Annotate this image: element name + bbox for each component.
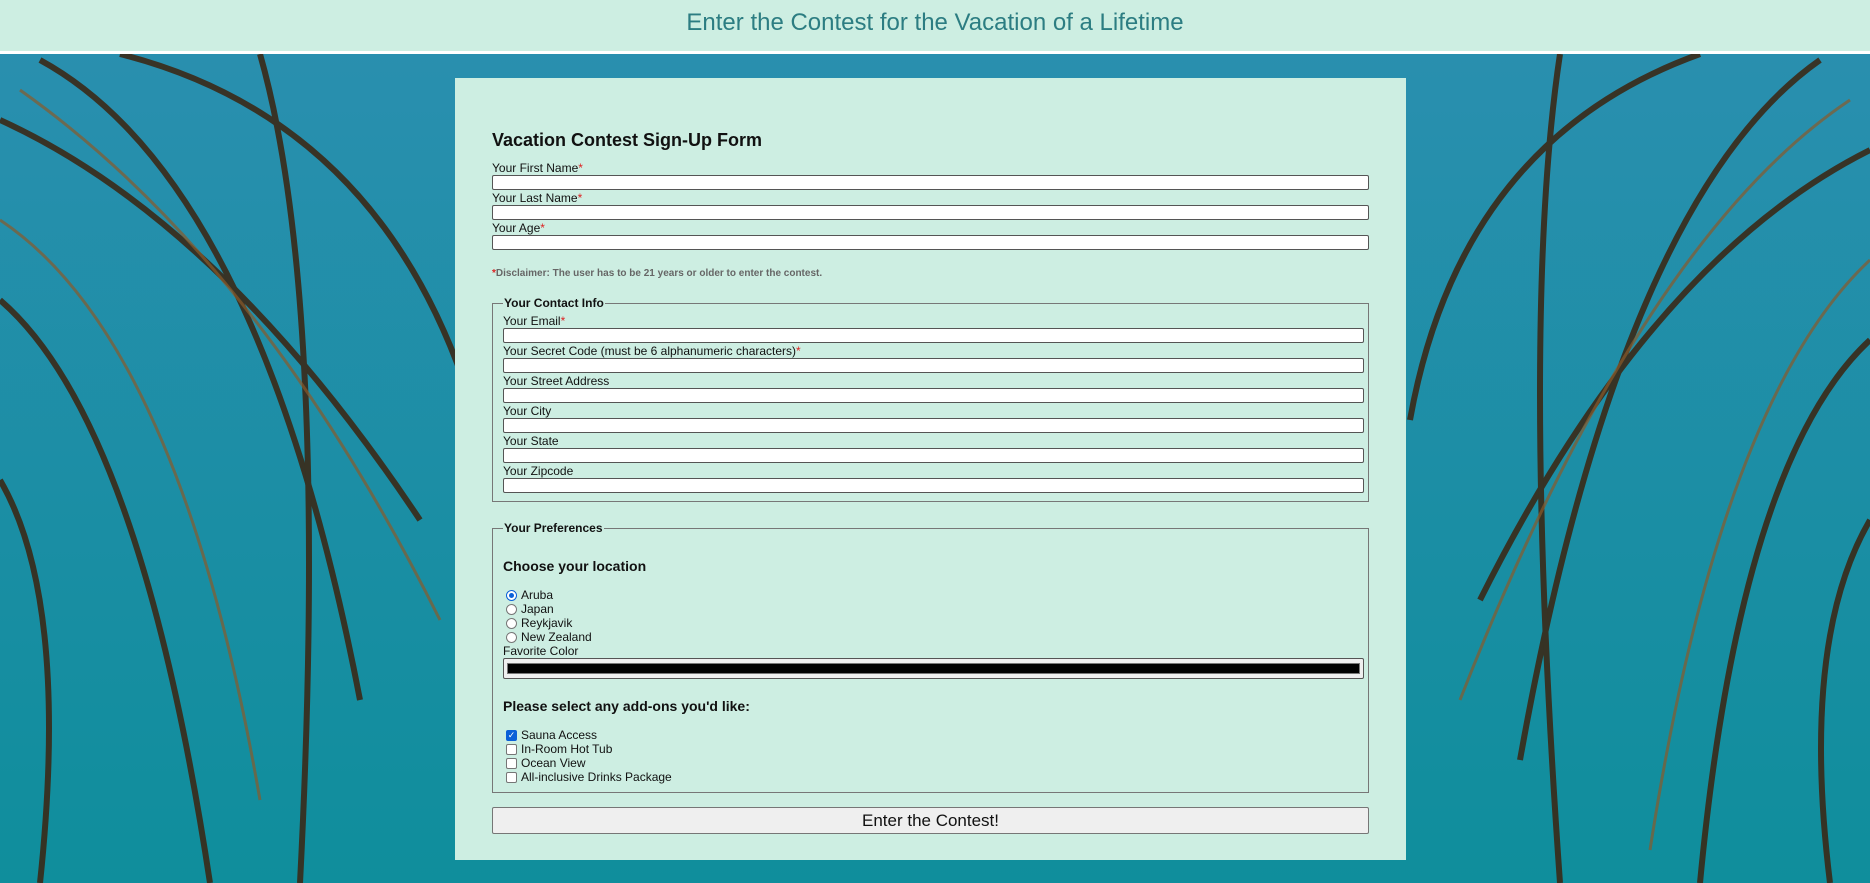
first-name-label-text: Your First Name xyxy=(492,161,579,175)
secret-code-label: Your Secret Code (must be 6 alphanumeric… xyxy=(503,344,1364,358)
location-option-reykjavik[interactable]: Reykjavik xyxy=(503,616,1364,630)
state-input[interactable] xyxy=(503,448,1364,463)
contact-info-legend: Your Contact Info xyxy=(504,296,604,310)
disclaimer-text: Disclaimer: The user has to be 21 years … xyxy=(495,268,823,279)
email-label-text: Your Email xyxy=(503,314,561,328)
addon-option-label: All-inclusive Drinks Package xyxy=(521,770,672,784)
addon-option-label: Sauna Access xyxy=(521,728,598,742)
location-option-aruba[interactable]: Aruba xyxy=(503,588,1364,602)
favorite-color-picker[interactable] xyxy=(503,658,1364,679)
addon-checkbox[interactable] xyxy=(506,743,517,755)
last-name-label: Your Last Name* xyxy=(492,191,1369,205)
city-label: Your City xyxy=(503,404,552,418)
location-heading: Choose your location xyxy=(503,558,647,574)
addon-option-label: In-Room Hot Tub xyxy=(521,742,613,756)
addon-checkbox[interactable] xyxy=(506,757,517,769)
preferences-legend: Your Preferences xyxy=(504,521,603,535)
zipcode-label: Your Zipcode xyxy=(503,464,574,478)
addon-option-label: Ocean View xyxy=(521,756,586,770)
secret-code-label-text: Your Secret Code (must be 6 alphanumeric… xyxy=(503,344,797,358)
required-mark: * xyxy=(796,344,801,358)
age-input[interactable] xyxy=(492,235,1369,250)
color-swatch xyxy=(507,663,1360,674)
addon-option-sauna-access[interactable]: ✓ Sauna Access xyxy=(503,728,1364,742)
enter-contest-button[interactable]: Enter the Contest! xyxy=(492,807,1369,834)
addon-option-drinks-package[interactable]: All-inclusive Drinks Package xyxy=(503,770,1364,784)
location-option-label: Aruba xyxy=(521,588,554,602)
required-mark: * xyxy=(578,161,583,175)
location-option-label: New Zealand xyxy=(521,630,592,644)
secret-code-input[interactable] xyxy=(503,358,1364,373)
email-label: Your Email* xyxy=(503,314,1364,328)
street-address-label: Your Street Address xyxy=(503,374,610,388)
addons-heading: Please select any add-ons you'd like: xyxy=(503,698,750,714)
age-disclaimer: *Disclaimer: The user has to be 21 years… xyxy=(492,268,1369,279)
addon-checkbox[interactable] xyxy=(506,771,517,783)
age-label: Your Age* xyxy=(492,221,1369,235)
location-option-japan[interactable]: Japan xyxy=(503,602,1364,616)
form-title: Vacation Contest Sign-Up Form xyxy=(492,130,763,150)
first-name-label: Your First Name* xyxy=(492,161,1369,175)
last-name-label-text: Your Last Name xyxy=(492,191,578,205)
signup-form-card: Vacation Contest Sign-Up Form Your First… xyxy=(455,78,1406,860)
street-address-input[interactable] xyxy=(503,388,1364,403)
state-label: Your State xyxy=(503,434,559,448)
first-name-input[interactable] xyxy=(492,175,1369,190)
contact-info-fieldset: Your Contact Info Your Email* Your Secre… xyxy=(492,296,1369,502)
location-radio[interactable] xyxy=(506,589,517,601)
city-input[interactable] xyxy=(503,418,1364,433)
location-radio[interactable] xyxy=(506,631,517,643)
preferences-fieldset: Your Preferences Choose your location Ar… xyxy=(492,521,1369,793)
required-mark: * xyxy=(577,191,583,205)
addon-option-ocean-view[interactable]: Ocean View xyxy=(503,756,1364,770)
addon-checkbox[interactable]: ✓ xyxy=(506,729,517,741)
location-option-label: Reykjavik xyxy=(521,616,573,630)
location-radio[interactable] xyxy=(506,617,517,629)
age-label-text: Your Age xyxy=(492,221,541,235)
email-input[interactable] xyxy=(503,328,1364,343)
required-mark: * xyxy=(540,221,545,235)
last-name-input[interactable] xyxy=(492,205,1369,220)
page-title: Enter the Contest for the Vacation of a … xyxy=(686,9,1184,36)
page-header: Enter the Contest for the Vacation of a … xyxy=(0,0,1870,54)
favorite-color-label: Favorite Color xyxy=(503,644,579,658)
zipcode-input[interactable] xyxy=(503,478,1364,493)
required-mark: * xyxy=(560,314,566,328)
location-radio[interactable] xyxy=(506,603,517,615)
location-option-label: Japan xyxy=(521,602,554,616)
addon-option-in-room-hot-tub[interactable]: In-Room Hot Tub xyxy=(503,742,1364,756)
location-option-new-zealand[interactable]: New Zealand xyxy=(503,630,1364,644)
